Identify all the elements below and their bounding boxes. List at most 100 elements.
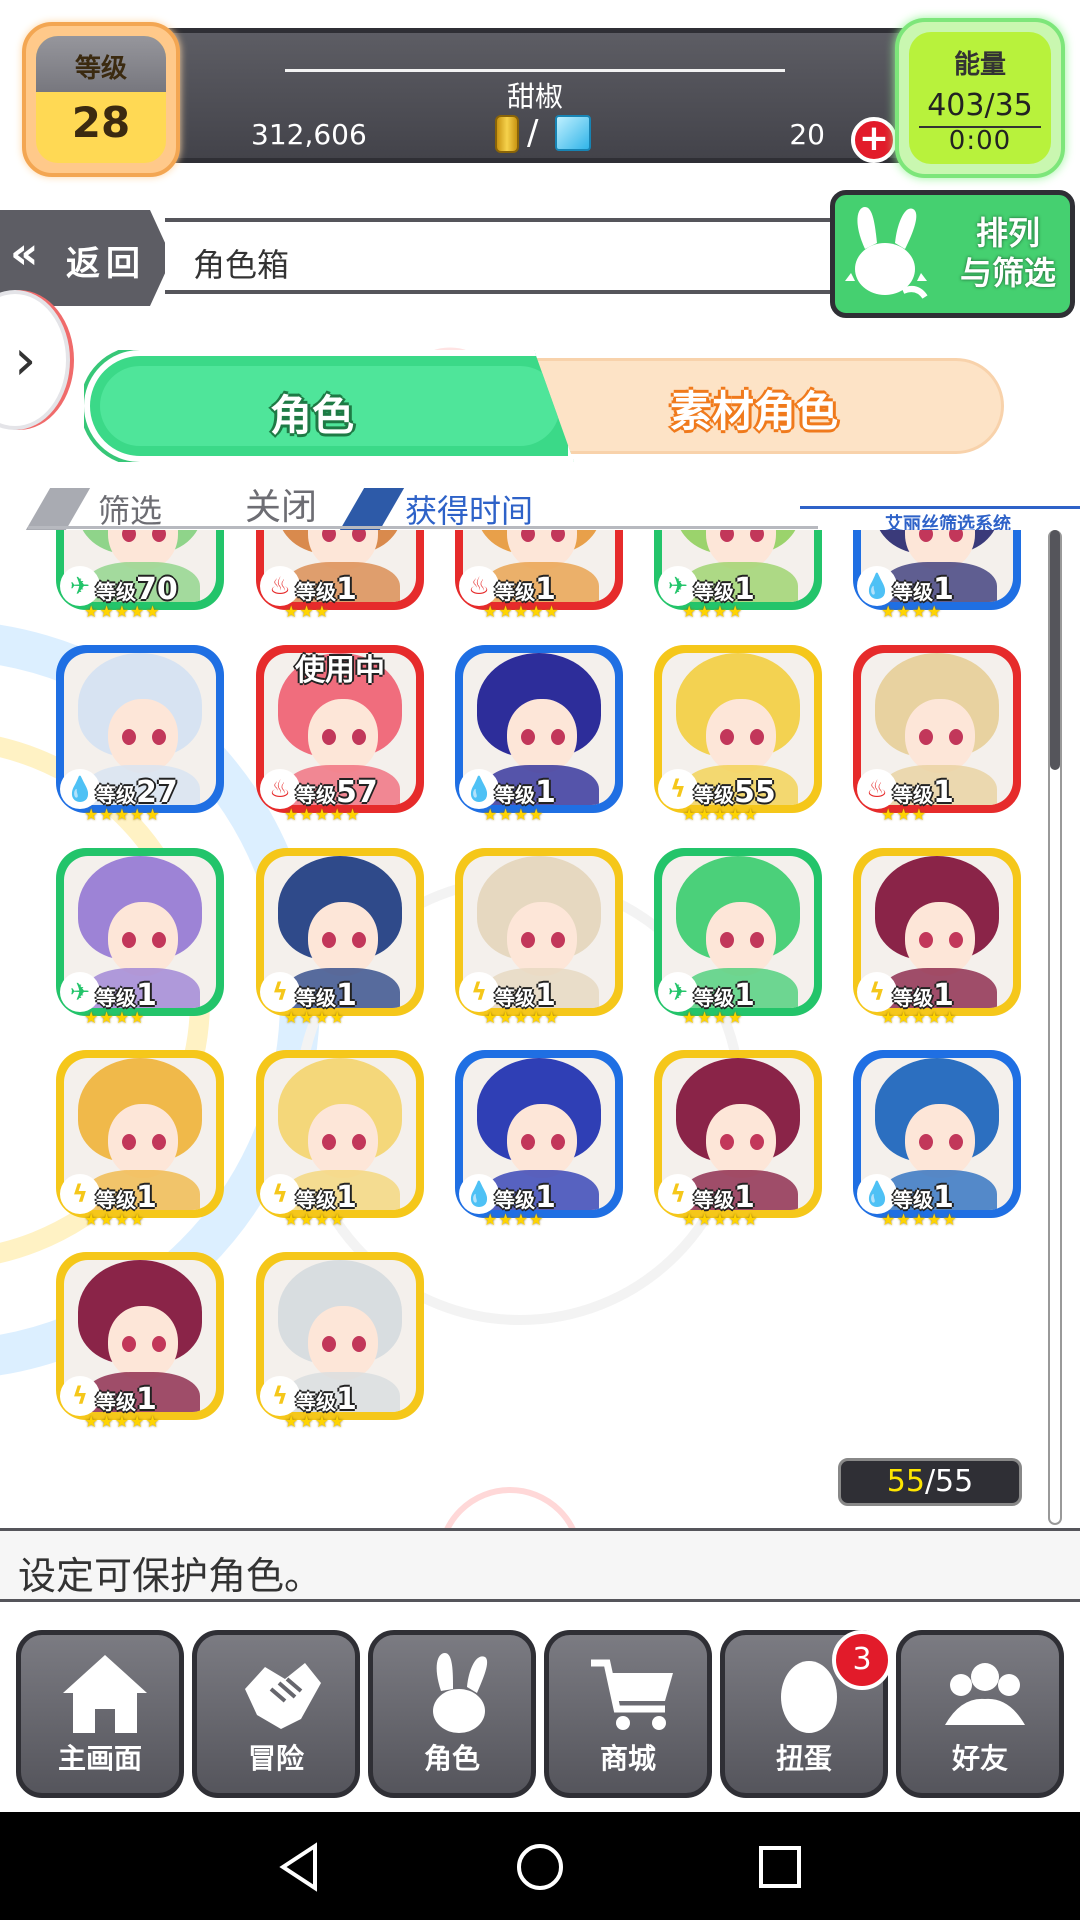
energy-label: 能量 [953, 50, 1006, 80]
hint-message-bar: 设定可保护角色。 [0, 1528, 1080, 1602]
fire-element-icon: ♨ [260, 566, 300, 606]
character-card[interactable]: ϟ 等级1 ★★★★★ [853, 848, 1021, 1027]
scrollbar-thumb[interactable] [1050, 530, 1060, 770]
character-card[interactable]: 💧 等级1 ★★★★ [455, 1050, 623, 1229]
gem-count: 20 [789, 118, 825, 151]
fire-element-icon: ♨ [260, 769, 300, 809]
portrait-eye [919, 932, 933, 948]
level-label: 等级 [495, 986, 535, 1010]
level-label: 等级 [694, 986, 734, 1010]
nav-home-label: 主画面 [57, 1742, 142, 1775]
character-grid: ✈ 等级70 ★★★★★ ♨ 等级1 ★★★ ♨ 等级1 ★★★★★ ✈ 等级1 ★★★★ 💧 等级1 ★★… [0, 530, 1080, 1525]
thunder-element-icon: ϟ [658, 1174, 698, 1214]
double-chevron-left-icon: « [10, 228, 39, 279]
portrait-eye [152, 1134, 166, 1150]
rarity-stars: ★★★★★ [483, 1008, 560, 1027]
portrait-eye [720, 932, 734, 948]
character-count: 55/55 [838, 1458, 1022, 1506]
bottom-navigation: 主画面 冒险 角色 商城 扭蛋 好友 [0, 1602, 1080, 1812]
energy-badge[interactable]: 能量 403/35 0:00 [895, 18, 1065, 178]
character-card[interactable]: ϟ 等级1 ★★★★★ [455, 848, 623, 1027]
water-element-icon: 💧 [60, 769, 100, 809]
currency-separator: / [527, 113, 539, 153]
energy-timer: 0:00 [948, 126, 1012, 156]
thunder-element-icon: ϟ [260, 1174, 300, 1214]
water-element-icon: 💧 [459, 769, 499, 809]
tab-material-characters[interactable]: 素材角色 [574, 358, 1004, 454]
nav-home-button[interactable]: 主画面 [16, 1630, 184, 1798]
character-card[interactable]: ϟ 等级1 ★★★★ [256, 848, 424, 1027]
character-card[interactable]: 💧 等级1 ★★★★ [853, 530, 1021, 621]
character-card[interactable]: ✈ 等级1 ★★★★ [56, 848, 224, 1027]
portrait-eye [521, 1134, 535, 1150]
nav-adventure-button[interactable]: 冒险 [192, 1630, 360, 1798]
level-label: 等级 [96, 986, 136, 1010]
level-label: 等级 [694, 580, 734, 604]
level-label: 等级 [96, 1188, 136, 1212]
recents-square-icon[interactable] [755, 1842, 805, 1892]
character-card[interactable]: 💧 等级1 ★★★★★ [853, 1050, 1021, 1229]
character-card[interactable]: ♨ 等级1 ★★★ [853, 645, 1021, 824]
sort-filter-button[interactable]: 排列 与筛选 [830, 190, 1075, 318]
rarity-stars: ★★★★★ [483, 602, 560, 621]
level-label: 等级 [296, 580, 336, 604]
rarity-stars: ★★★★★ [84, 1412, 161, 1431]
character-card[interactable]: 💧 等级1 ★★★★ [455, 645, 623, 824]
name-underline [285, 69, 785, 72]
portrait-eye [122, 1336, 136, 1352]
character-card[interactable]: 💧 等级27 ★★★★★ [56, 645, 224, 824]
character-card[interactable]: ♨ 等级57 ★★★★★ 使用中 [256, 645, 424, 824]
add-currency-button[interactable]: + [851, 117, 897, 163]
portrait-face [108, 699, 178, 773]
category-tabs: 素材角色 角色 [84, 350, 1004, 462]
portrait-face [108, 902, 178, 976]
nav-friends-button[interactable]: 好友 [896, 1630, 1064, 1798]
energy-value: 403/35 [927, 88, 1033, 123]
tab-characters[interactable]: 角色 [84, 350, 574, 462]
chevron-right-icon: › [14, 328, 37, 393]
portrait-face [308, 1306, 378, 1380]
character-card[interactable]: ϟ 等级1 ★★★★★ [56, 1252, 224, 1431]
rarity-stars: ★★★ [284, 602, 331, 621]
portrait-eye [551, 1134, 565, 1150]
portrait-eye [949, 932, 963, 948]
character-card[interactable]: ✈ 等级70 ★★★★★ [56, 530, 224, 621]
portrait-eye [122, 729, 136, 745]
portrait-eye [352, 932, 366, 948]
back-triangle-icon[interactable] [275, 1842, 325, 1892]
portrait-eye [352, 1336, 366, 1352]
character-card[interactable]: ♨ 等级1 ★★★★★ [455, 530, 623, 621]
character-card[interactable]: ϟ 等级55 ★★★★★ [654, 645, 822, 824]
level-label: 等级 [495, 783, 535, 807]
water-element-icon: 💧 [857, 1174, 897, 1214]
character-card[interactable]: ϟ 等级1 ★★★★ [256, 1252, 424, 1431]
level-label: 等级 [296, 986, 336, 1010]
system-navigation-bar [0, 1812, 1080, 1920]
thunder-element-icon: ϟ [658, 769, 698, 809]
character-card[interactable]: ϟ 等级1 ★★★★ [256, 1050, 424, 1229]
character-card[interactable]: ϟ 等级1 ★★★★ [56, 1050, 224, 1229]
rarity-stars: ★★★★ [682, 602, 744, 621]
side-drawer-toggle[interactable]: › [0, 290, 70, 430]
character-card[interactable]: ✈ 等级1 ★★★★ [654, 530, 822, 621]
portrait-face [905, 1104, 975, 1178]
home-circle-icon[interactable] [515, 1842, 565, 1892]
gem-icon [555, 115, 591, 151]
character-card[interactable]: ϟ 等级1 ★★★★★ [654, 1050, 822, 1229]
portrait-eye [551, 729, 565, 745]
nav-characters-button[interactable]: 角色 [368, 1630, 536, 1798]
portrait-face [108, 1104, 178, 1178]
character-card[interactable]: ♨ 等级1 ★★★ [256, 530, 424, 621]
wind-element-icon: ✈ [658, 972, 698, 1012]
portrait-eye [322, 1134, 336, 1150]
back-label: 返回 [66, 244, 146, 284]
nav-shop-button[interactable]: 商城 [544, 1630, 712, 1798]
sort-label-line1: 排列 [975, 214, 1040, 252]
character-card[interactable]: ✈ 等级1 ★★★★ [654, 848, 822, 1027]
portrait-eye [551, 932, 565, 948]
filter-state[interactable]: 关闭 [245, 478, 317, 530]
page-title: 角色箱 [193, 246, 290, 284]
portrait-eye [949, 1134, 963, 1150]
nav-shop-label: 商城 [599, 1742, 656, 1775]
player-level-badge: 等级 28 [22, 22, 180, 177]
